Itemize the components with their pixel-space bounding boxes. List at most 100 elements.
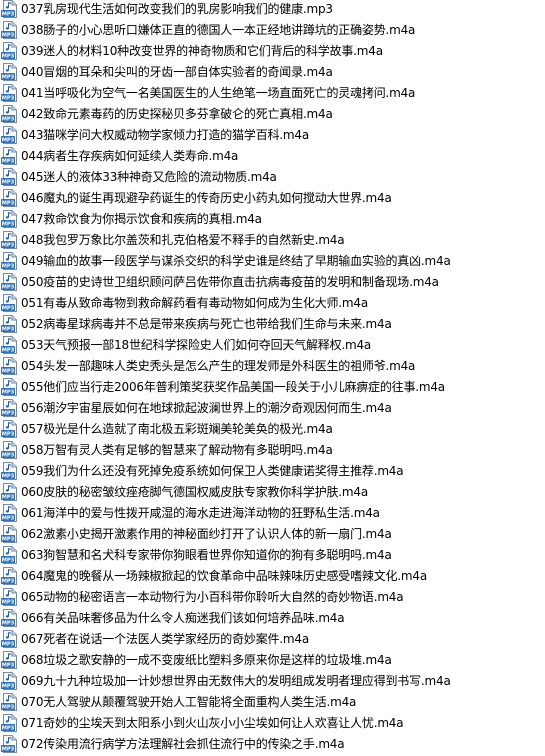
audio-file-icon: MP3 [1,105,18,124]
file-list-item[interactable]: MP3 042致命元素毒药的历史探秘贝多芬拿破仑的死亡真相.m4a [0,104,545,125]
svg-text:MP3: MP3 [2,579,15,585]
file-name-label: 063狗智慧和名犬科专家带你狗眼看世界你知道你的狗有多聪明吗.m4a [21,548,392,562]
file-list-item[interactable]: MP3 057极光是什么造就了南北极五彩斑斓美轮美奂的极光.m4a [0,419,545,440]
svg-text:MP3: MP3 [2,474,15,480]
audio-file-icon: MP3 [1,42,18,61]
file-list-item[interactable]: MP3 070无人驾驶从颠覆驾驶开始人工智能将全面重构人类生活.m4a [0,692,545,713]
file-name-label: 047救命饮食为你揭示饮食和疾病的真相.m4a [21,212,262,226]
audio-file-icon: MP3 [1,441,18,460]
file-list-item[interactable]: MP3 072传染用流行病学方法理解社会抓住流行中的传染之手.m4a [0,734,545,755]
file-list-item[interactable]: MP3 052病毒星球病毒并不总是带来疾病与死亡也带给我们生命与未来.m4a [0,314,545,335]
file-list-item[interactable]: MP3 066有关品味奢侈品为什么令人痴迷我们该如何培养品味.m4a [0,608,545,629]
audio-file-icon: MP3 [1,168,18,187]
file-list-item[interactable]: MP3 069九十九种垃圾加一计妙想世界由无数伟大的发明组成发明者理应得到书写.m… [0,671,545,692]
file-list-item[interactable]: MP3 051有毒从致命毒物到救命解药看有毒动物如何成为生化大师.m4a [0,293,545,314]
file-list-item[interactable]: MP3 067死者在说话一个法医人类学家经历的奇妙案件.m4a [0,629,545,650]
svg-text:MP3: MP3 [2,327,15,333]
audio-file-icon: MP3 [1,546,18,565]
file-name-label: 065动物的秘密语言一本动物行为小百科带你聆听大自然的奇妙物语.m4a [21,590,404,604]
file-name-label: 042致命元素毒药的历史探秘贝多芬拿破仑的死亡真相.m4a [21,107,333,121]
svg-text:MP3: MP3 [2,96,15,102]
svg-text:MP3: MP3 [2,600,15,606]
svg-text:MP3: MP3 [2,117,15,123]
audio-file-icon: MP3 [1,504,18,523]
audio-file-icon: MP3 [1,609,18,628]
file-list-item[interactable]: MP3 037乳房现代生活如何改变我们的乳房影响我们的健康.mp3 [0,0,545,20]
file-list-item[interactable]: MP3 059我们为什么还没有死掉免疫系统如何保卫人类健康诺奖得主推荐.m4a [0,461,545,482]
file-name-label: 051有毒从致命毒物到救命解药看有毒动物如何成为生化大师.m4a [21,296,368,310]
file-list-item[interactable]: MP3 054头发一部趣味人类史秃头是怎么产生的理发师是外科医生的祖师爷.m4a [0,356,545,377]
svg-text:MP3: MP3 [2,138,15,144]
audio-file-icon: MP3 [1,735,18,754]
svg-text:MP3: MP3 [2,12,15,18]
file-name-label: 039迷人的材料10种改变世界的神奇物质和它们背后的科学故事.m4a [21,44,383,58]
file-name-label: 071奇妙的尘埃天到太阳系小到火山灰小小尘埃如何让人欢喜让人忧.m4a [21,716,404,730]
file-name-label: 046魔丸的诞生再现避孕药诞生的传奇历史小药丸如何搅动大世界.m4a [21,191,392,205]
svg-text:MP3: MP3 [2,684,15,690]
svg-text:MP3: MP3 [2,264,15,270]
file-name-label: 041当呼吸化为空气一名美国医生的人生绝笔一场直面死亡的灵魂拷问.m4a [21,86,416,100]
audio-file-icon: MP3 [1,252,18,271]
file-explorer: { "files": [ {"name": "037乳房现代生活如何改变我们的乳… [0,0,545,756]
svg-text:MP3: MP3 [2,621,15,627]
file-name-label: 056潮汐宇宙星辰如何在地球掀起波澜世界上的潮汐奇观因何而生.m4a [21,401,392,415]
file-list-item[interactable]: MP3 063狗智慧和名犬科专家带你狗眼看世界你知道你的狗有多聪明吗.m4a [0,545,545,566]
audio-file-icon: MP3 [1,147,18,166]
audio-file-icon: MP3 [1,0,18,19]
file-list-item[interactable]: MP3 038肠子的小心思听口嫌体正直的德国人一本正经地讲蹲坑的正确姿势.m4a [0,20,545,41]
audio-file-icon: MP3 [1,525,18,544]
svg-text:MP3: MP3 [2,306,15,312]
file-list-item[interactable]: MP3 044病者生存疾病如何延续人类寿命.m4a [0,146,545,167]
file-name-label: 050疫苗的史诗世卫组织顾问萨吕佐带你直击抗病毒疫苗的发明和制备现场.m4a [21,275,439,289]
audio-file-icon: MP3 [1,273,18,292]
file-list-item[interactable]: MP3 039迷人的材料10种改变世界的神奇物质和它们背后的科学故事.m4a [0,41,545,62]
file-list-item[interactable]: MP3 061海洋中的爱与性拨开咸湿的海水走进海洋动物的狂野私生活.m4a [0,503,545,524]
file-list-item[interactable]: MP3 048我包罗万象比尔盖茨和扎克伯格爱不释手的自然新史.m4a [0,230,545,251]
file-name-label: 072传染用流行病学方法理解社会抓住流行中的传染之手.m4a [21,737,345,751]
file-name-label: 062激素小史揭开激素作用的神秘面纱打开了认识人体的新一扇门.m4a [21,527,392,541]
file-name-label: 054头发一部趣味人类史秃头是怎么产生的理发师是外科医生的祖师爷.m4a [21,359,416,373]
file-list-item[interactable]: MP3 047救命饮食为你揭示饮食和疾病的真相.m4a [0,209,545,230]
file-name-label: 045迷人的液体33种神奇又危险的流动物质.m4a [21,170,277,184]
audio-file-icon: MP3 [1,210,18,229]
file-list-item[interactable]: MP3 071奇妙的尘埃天到太阳系小到火山灰小小尘埃如何让人欢喜让人忧.m4a [0,713,545,734]
file-list-item[interactable]: MP3 050疫苗的史诗世卫组织顾问萨吕佐带你直击抗病毒疫苗的发明和制备现场.m4… [0,272,545,293]
file-list-item[interactable]: MP3 046魔丸的诞生再现避孕药诞生的传奇历史小药丸如何搅动大世界.m4a [0,188,545,209]
file-list-item[interactable]: MP3 065动物的秘密语言一本动物行为小百科带你聆听大自然的奇妙物语.m4a [0,587,545,608]
svg-text:MP3: MP3 [2,411,15,417]
audio-file-icon: MP3 [1,294,18,313]
audio-file-icon: MP3 [1,126,18,145]
svg-text:MP3: MP3 [2,222,15,228]
file-list-item[interactable]: MP3 040冒烟的耳朵和尖叫的牙齿一部自体实验者的奇闻录.m4a [0,62,545,83]
audio-file-icon: MP3 [1,714,18,733]
file-name-label: 052病毒星球病毒并不总是带来疾病与死亡也带给我们生命与未来.m4a [21,317,392,331]
file-list: MP3 037乳房现代生活如何改变我们的乳房影响我们的健康.mp3 MP3 038肠子… [0,0,545,755]
audio-file-icon: MP3 [1,189,18,208]
file-list-item[interactable]: MP3 049输血的故事一段医学与谋杀交织的科学史谁是终结了早期输血实验的真凶.m… [0,251,545,272]
file-list-item[interactable]: MP3 045迷人的液体33种神奇又危险的流动物质.m4a [0,167,545,188]
file-name-label: 061海洋中的爱与性拨开咸湿的海水走进海洋动物的狂野私生活.m4a [21,506,380,520]
file-list-item[interactable]: MP3 043猫咪学问大权威动物学家倾力打造的猫学百科.m4a [0,125,545,146]
file-list-item[interactable]: MP3 055他们应当行走2006年普利策奖获奖作品美国一段关于小儿麻痹症的往事.… [0,377,545,398]
file-list-item[interactable]: MP3 064魔鬼的晚餐从一场辣椒掀起的饮食革命中品味辣味历史感受嗜辣文化.m4a [0,566,545,587]
audio-file-icon: MP3 [1,672,18,691]
svg-text:MP3: MP3 [2,516,15,522]
file-name-label: 069九十九种垃圾加一计妙想世界由无数伟大的发明组成发明者理应得到书写.m4a [21,674,451,688]
audio-file-icon: MP3 [1,399,18,418]
audio-file-icon: MP3 [1,651,18,670]
audio-file-icon: MP3 [1,378,18,397]
file-list-item[interactable]: MP3 068垃圾之歌安静的一成不变废纸比塑料多原来你是这样的垃圾堆.m4a [0,650,545,671]
file-list-item[interactable]: MP3 062激素小史揭开激素作用的神秘面纱打开了认识人体的新一扇门.m4a [0,524,545,545]
file-list-item[interactable]: MP3 053天气预报一部18世纪科学探险史人们如何夺回天气解释权.m4a [0,335,545,356]
svg-text:MP3: MP3 [2,243,15,249]
file-name-label: 064魔鬼的晚餐从一场辣椒掀起的饮食革命中品味辣味历史感受嗜辣文化.m4a [21,569,427,583]
file-name-label: 055他们应当行走2006年普利策奖获奖作品美国一段关于小儿麻痹症的往事.m4a [21,380,445,394]
audio-file-icon: MP3 [1,462,18,481]
file-list-item[interactable]: MP3 058万智有灵人类有足够的智慧来了解动物有多聪明吗.m4a [0,440,545,461]
file-list-item[interactable]: MP3 041当呼吸化为空气一名美国医生的人生绝笔一场直面死亡的灵魂拷问.m4a [0,83,545,104]
audio-file-icon: MP3 [1,420,18,439]
file-list-item[interactable]: MP3 056潮汐宇宙星辰如何在地球掀起波澜世界上的潮汐奇观因何而生.m4a [0,398,545,419]
file-list-item[interactable]: MP3 060皮肤的秘密皱纹痤疮脚气德国权威皮肤专家教你科学护肤.m4a [0,482,545,503]
svg-text:MP3: MP3 [2,537,15,543]
file-name-label: 059我们为什么还没有死掉免疫系统如何保卫人类健康诺奖得主推荐.m4a [21,464,404,478]
